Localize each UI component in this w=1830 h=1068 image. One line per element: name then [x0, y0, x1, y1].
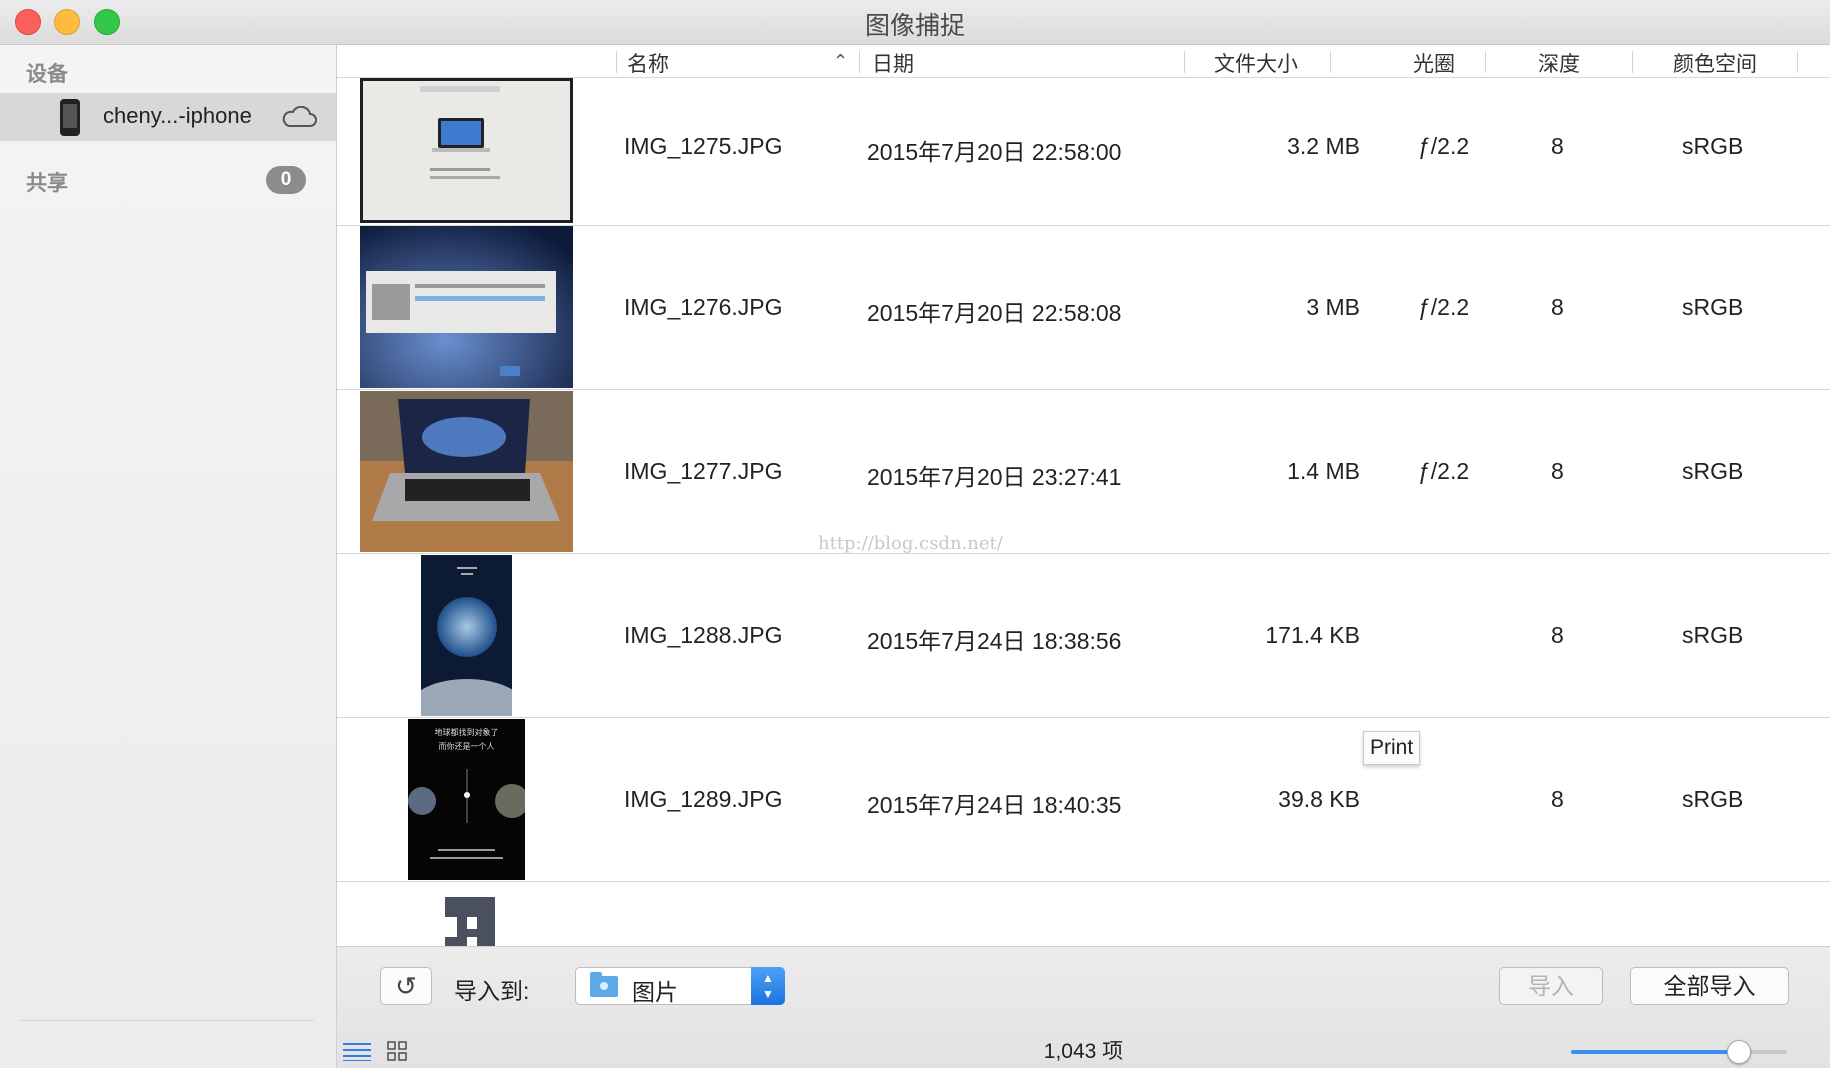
file-depth: 8 — [1551, 133, 1564, 159]
file-name: IMG_1276.JPG — [624, 294, 783, 320]
thumbnail — [360, 226, 573, 388]
window-title: 图像捕捉 — [864, 12, 965, 40]
column-separator — [616, 51, 617, 73]
import-all-button[interactable]: 全部导入 — [1630, 967, 1789, 1005]
shared-heading: 共享 — [26, 172, 68, 195]
sidebar-divider — [20, 1020, 314, 1021]
file-name: IMG_1289.JPG — [624, 786, 783, 812]
table-header: 名称 ⌃ 日期 文件大小 光圈 深度 颜色空间 — [337, 45, 1830, 78]
thumbnail — [360, 391, 573, 552]
import-button[interactable]: 导入 — [1499, 967, 1603, 1005]
table-row[interactable]: 地球都找到对象了 而你还是一个人 IMG_1289.JPG 2015年7月24日… — [337, 718, 1830, 882]
column-file-size[interactable]: 文件大小 — [1214, 48, 1298, 78]
file-aperture: ƒ/2.2 — [1418, 458, 1470, 484]
column-separator — [1330, 51, 1331, 73]
rotate-left-icon: ↺ — [395, 971, 417, 1001]
column-name[interactable]: 名称 — [627, 48, 669, 78]
file-size: 1.4 MB — [1287, 458, 1360, 484]
file-color-space: sRGB — [1682, 133, 1744, 159]
slider-fill — [1571, 1050, 1740, 1054]
iphone-icon — [60, 99, 80, 136]
thumbnail — [421, 555, 512, 716]
file-size: 3.2 MB — [1287, 133, 1360, 159]
image-capture-window: 图像捕捉 设备 cheny...-iphone 共享 0 名称 ⌃ 日期 文件大… — [0, 0, 1830, 1068]
tooltip: Print — [1363, 731, 1421, 765]
column-separator — [1797, 51, 1798, 73]
file-depth: 8 — [1551, 458, 1564, 484]
rotate-button[interactable]: ↺ — [380, 967, 432, 1005]
file-color-space: sRGB — [1682, 458, 1744, 484]
column-color-space[interactable]: 颜色空间 — [1673, 48, 1757, 78]
file-date: 2015年7月24日 18:38:56 — [867, 628, 1122, 654]
table-row[interactable]: IMG_1275.JPG 2015年7月20日 22:58:00 3.2 MB … — [337, 78, 1830, 226]
file-date: 2015年7月20日 23:27:41 — [867, 464, 1122, 490]
thumbnail: 地球都找到对象了 而你还是一个人 — [408, 719, 525, 880]
table-row[interactable]: IMG_1276.JPG 2015年7月20日 22:58:08 3 MB ƒ/… — [337, 226, 1830, 390]
file-color-space: sRGB — [1682, 622, 1744, 648]
column-separator — [1485, 51, 1486, 73]
pictures-folder-icon — [590, 972, 618, 997]
file-table: 名称 ⌃ 日期 文件大小 光圈 深度 颜色空间 IMG_1275.JPG 201… — [337, 45, 1830, 1068]
import-to-label: 导入到: — [454, 978, 530, 1004]
file-name: IMG_1288.JPG — [624, 622, 783, 648]
file-size: 39.8 KB — [1278, 786, 1360, 812]
chevron-up-down-icon[interactable]: ▲ ▼ — [751, 967, 785, 1005]
file-date: 2015年7月20日 22:58:00 — [867, 139, 1122, 165]
file-depth: 8 — [1551, 294, 1564, 320]
thumbnail — [360, 78, 573, 223]
import-destination-select[interactable]: 图片 ▲ ▼ — [575, 967, 785, 1005]
shared-count-badge: 0 — [266, 166, 306, 194]
file-aperture: ƒ/2.2 — [1418, 133, 1470, 159]
column-aperture[interactable]: 光圈 — [1413, 48, 1455, 78]
file-name: IMG_1277.JPG — [624, 458, 783, 484]
column-separator — [859, 51, 860, 73]
column-separator — [1184, 51, 1185, 73]
column-separator — [1632, 51, 1633, 73]
file-color-space: sRGB — [1682, 294, 1744, 320]
device-name: cheny...-iphone — [103, 103, 252, 128]
column-date[interactable]: 日期 — [872, 48, 914, 78]
watermark: http://blog.csdn.net/ — [818, 533, 1003, 554]
devices-heading: 设备 — [26, 63, 68, 86]
file-date: 2015年7月20日 22:58:08 — [867, 300, 1122, 326]
file-depth: 8 — [1551, 786, 1564, 812]
sidebar: 设备 cheny...-iphone 共享 0 — [0, 45, 337, 1068]
table-body: IMG_1275.JPG 2015年7月20日 22:58:00 3.2 MB … — [337, 78, 1830, 991]
file-size: 171.4 KB — [1265, 622, 1360, 648]
sort-ascending-icon: ⌃ — [833, 51, 849, 71]
table-row[interactable]: IMG_1288.JPG 2015年7月24日 18:38:56 171.4 K… — [337, 554, 1830, 718]
bottom-bar: ↺ 导入到: 图片 ▲ ▼ 导入 全部导入 1,043 项 — [337, 946, 1830, 1068]
table-row[interactable]: IMG_1277.JPG 2015年7月20日 23:27:41 1.4 MB … — [337, 390, 1830, 554]
file-color-space: sRGB — [1682, 786, 1744, 812]
sidebar-item-device[interactable]: cheny...-iphone — [0, 93, 336, 141]
title-bar: 图像捕捉 — [0, 0, 1830, 45]
file-size: 3 MB — [1306, 294, 1360, 320]
file-name: IMG_1275.JPG — [624, 133, 783, 159]
destination-value: 图片 — [632, 979, 678, 1005]
file-depth: 8 — [1551, 622, 1564, 648]
column-depth[interactable]: 深度 — [1538, 48, 1580, 78]
file-date: 2015年7月24日 18:40:35 — [867, 792, 1122, 818]
file-aperture: ƒ/2.2 — [1418, 294, 1470, 320]
thumbnail-size-slider[interactable] — [1571, 1040, 1787, 1064]
cloud-icon — [282, 106, 317, 127]
